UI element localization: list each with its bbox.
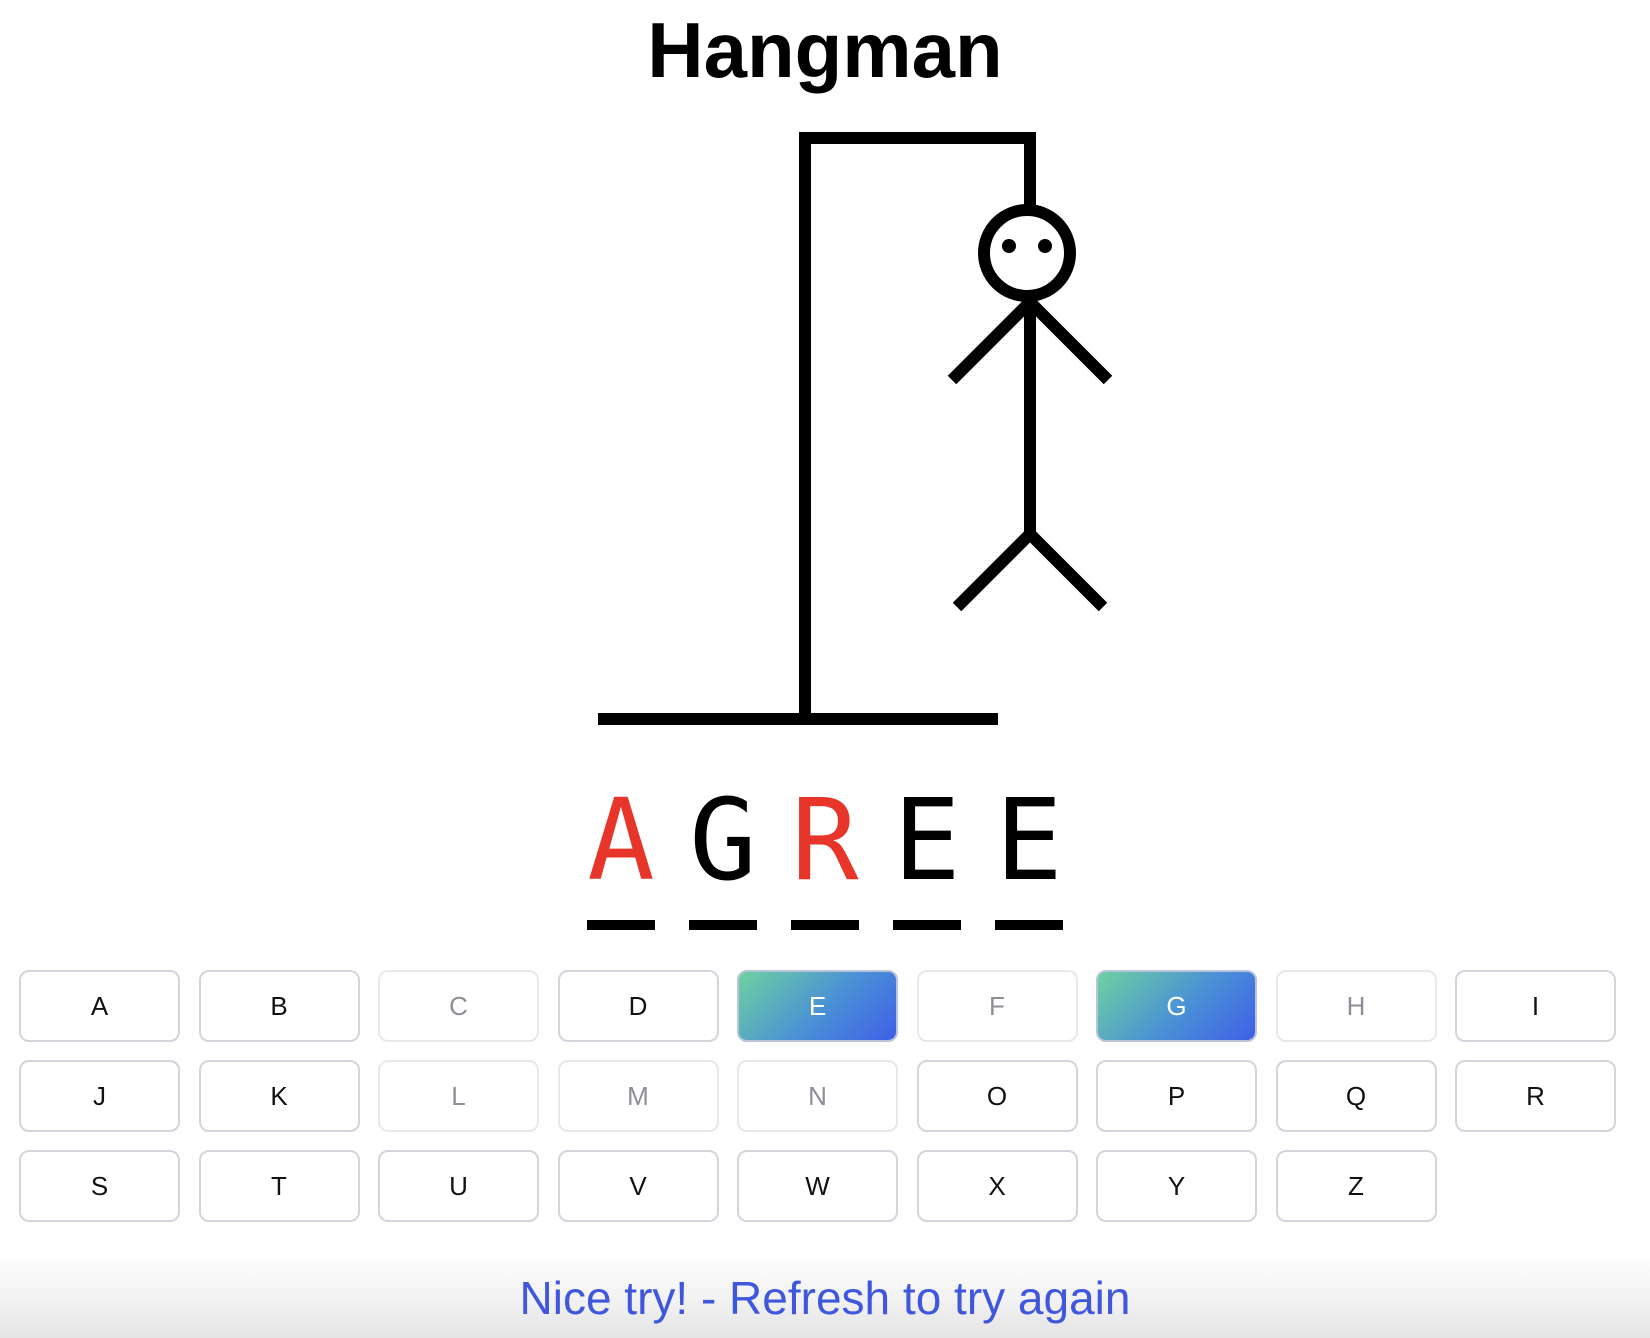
page-title: Hangman xyxy=(647,6,1003,94)
word-letter: R xyxy=(791,776,859,906)
hangman-left-arm xyxy=(947,297,1035,385)
letter-slot: E xyxy=(892,780,962,930)
word-display: A G R E E xyxy=(0,780,1650,930)
word-letter: A xyxy=(587,776,655,906)
hangman-left-eye xyxy=(1002,239,1016,253)
key-l[interactable]: L xyxy=(378,1060,539,1132)
key-x[interactable]: X xyxy=(916,1150,1078,1222)
key-j[interactable]: J xyxy=(19,1060,180,1132)
key-s[interactable]: S xyxy=(19,1150,180,1222)
word-letter: G xyxy=(689,776,757,906)
key-y[interactable]: Y xyxy=(1096,1150,1257,1222)
key-c[interactable]: C xyxy=(378,970,539,1042)
letter-underline xyxy=(893,920,961,930)
hangman-head xyxy=(978,204,1076,302)
key-d[interactable]: D xyxy=(557,970,719,1042)
key-r[interactable]: R xyxy=(1455,1060,1616,1132)
key-b[interactable]: B xyxy=(198,970,360,1042)
game-over-message: Nice try! - Refresh to try again xyxy=(519,1272,1131,1324)
letter-underline xyxy=(791,920,859,930)
key-i[interactable]: I xyxy=(1455,970,1616,1042)
key-q[interactable]: Q xyxy=(1275,1060,1437,1132)
key-w[interactable]: W xyxy=(737,1150,898,1222)
letter-underline xyxy=(689,920,757,930)
key-m[interactable]: M xyxy=(557,1060,719,1132)
key-v[interactable]: V xyxy=(557,1150,719,1222)
key-e[interactable]: E xyxy=(737,970,898,1042)
word-letter: E xyxy=(995,776,1063,906)
letter-slot: E xyxy=(994,780,1064,930)
letter-slot: A xyxy=(586,780,656,930)
letter-slot: R xyxy=(790,780,860,930)
letter-underline xyxy=(587,920,655,930)
key-g[interactable]: G xyxy=(1096,970,1257,1042)
key-o[interactable]: O xyxy=(916,1060,1078,1132)
key-u[interactable]: U xyxy=(378,1150,539,1222)
key-z[interactable]: Z xyxy=(1275,1150,1437,1222)
hangman-right-arm xyxy=(1025,297,1113,385)
letter-underline xyxy=(995,920,1063,930)
hangman-right-leg xyxy=(1025,529,1108,612)
key-n[interactable]: N xyxy=(737,1060,898,1132)
key-a[interactable]: A xyxy=(19,970,180,1042)
hangman-left-leg xyxy=(952,529,1035,612)
key-h[interactable]: H xyxy=(1275,970,1437,1042)
letter-slot: G xyxy=(688,780,758,930)
key-t[interactable]: T xyxy=(198,1150,360,1222)
key-p[interactable]: P xyxy=(1096,1060,1257,1132)
hangman-drawing xyxy=(598,132,1113,725)
key-f[interactable]: F xyxy=(916,970,1078,1042)
key-k[interactable]: K xyxy=(198,1060,360,1132)
hangman-right-eye xyxy=(1038,239,1052,253)
letter-keyboard: A B C D E F G H I J K L M N O P Q R S T … xyxy=(19,970,1616,1222)
word-letter: E xyxy=(893,776,961,906)
